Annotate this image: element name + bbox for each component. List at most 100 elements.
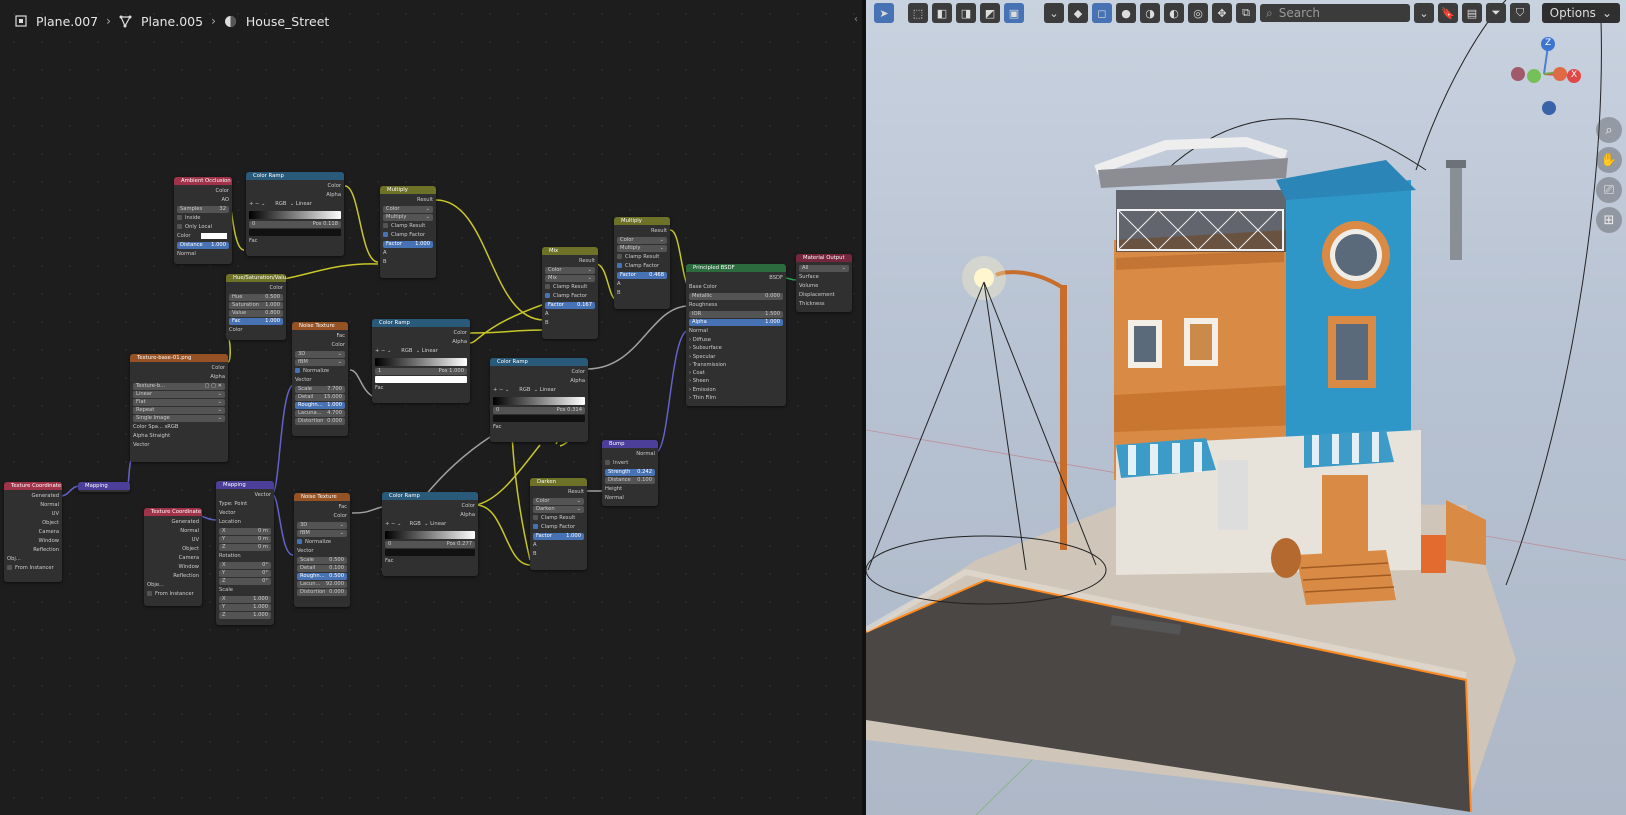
lacunarity-field[interactable]: Lacuna... 4.700 bbox=[295, 410, 345, 417]
clamp-factor-checkbox[interactable]: Clamp Factor bbox=[383, 231, 433, 240]
blend-mode-select[interactable]: Multiply ⌄ bbox=[383, 214, 433, 221]
node-image-texture[interactable]: Texture-base-01.png Color Alpha Texture-… bbox=[130, 354, 228, 462]
blend-mode-select[interactable]: Multiply ⌄ bbox=[617, 245, 667, 252]
blend-mode-select[interactable]: Mix ⌄ bbox=[545, 275, 595, 282]
panel-diffuse[interactable]: › Diffuse bbox=[689, 336, 783, 344]
normalize-checkbox[interactable]: Normalize bbox=[295, 367, 345, 376]
dimensions-select[interactable]: 3D ⌄ bbox=[295, 351, 345, 358]
clamp-factor-checkbox[interactable]: Clamp Factor bbox=[533, 523, 584, 532]
data-type-select[interactable]: Color ⌄ bbox=[617, 237, 667, 244]
alpha-mode-row[interactable]: Alpha Straight bbox=[133, 432, 225, 441]
shield-icon[interactable]: ⛉ bbox=[1510, 3, 1530, 23]
clamp-result-checkbox[interactable]: Clamp Result bbox=[383, 222, 433, 231]
panel-thin-film[interactable]: › Thin Film bbox=[689, 394, 783, 402]
lacunarity-field[interactable]: Lacun... 92.000 bbox=[297, 581, 347, 588]
location-z-field[interactable]: Z0 m bbox=[219, 544, 271, 551]
object-field[interactable]: Obj... bbox=[7, 555, 59, 564]
data-type-select[interactable]: Color ⌄ bbox=[383, 206, 433, 213]
object-field[interactable]: Obje... bbox=[147, 581, 199, 590]
fac-field[interactable]: Fac 1.000 bbox=[229, 318, 283, 325]
rotation-y-field[interactable]: Y 0° bbox=[219, 570, 271, 577]
rotation-x-field[interactable]: X 0° bbox=[219, 562, 271, 569]
navigation-gizmo[interactable]: Z X bbox=[1504, 36, 1584, 116]
color-ramp-gradient[interactable] bbox=[385, 531, 475, 539]
mode-subtract-icon[interactable]: ◩ bbox=[980, 3, 1000, 23]
collapse-sidebar-icon[interactable]: ‹ bbox=[854, 14, 858, 25]
panel-specular[interactable]: › Specular bbox=[689, 353, 783, 361]
clamp-result-checkbox[interactable]: Clamp Result bbox=[617, 253, 667, 262]
scale-field[interactable]: Scale 0.500 bbox=[297, 557, 347, 564]
location-y-field[interactable]: Y0 m bbox=[219, 536, 271, 543]
roughness-field[interactable]: Roughn... 1.000 bbox=[295, 402, 345, 409]
strength-field[interactable]: Strength 0.242 bbox=[605, 469, 655, 476]
ramp-toolbar[interactable]: + − ⌄ RGB ⌄ Linear bbox=[249, 200, 341, 209]
detail-field[interactable]: Detail 0.100 bbox=[297, 565, 347, 572]
color-ramp-gradient[interactable] bbox=[493, 397, 585, 405]
detail-field[interactable]: Detail 15.000 bbox=[295, 394, 345, 401]
ramp-color-swatch[interactable] bbox=[493, 415, 585, 422]
node-hue-saturation[interactable]: Hue/Saturation/Value Color Hue 0.500 Satu… bbox=[226, 274, 286, 340]
scale-y-field[interactable]: Y 1.000 bbox=[219, 604, 271, 611]
factor-field[interactable]: Factor 1.000 bbox=[533, 533, 584, 540]
clamp-result-checkbox[interactable]: Clamp Result bbox=[533, 514, 584, 523]
noise-type-select[interactable]: fBM ⌄ bbox=[295, 359, 345, 366]
visibility-icon[interactable]: ◆ bbox=[1068, 3, 1088, 23]
factor-field[interactable]: Factor 1.000 bbox=[383, 241, 433, 248]
dimensions-select[interactable]: 3D ⌄ bbox=[297, 522, 347, 529]
metallic-field[interactable]: Metallic 0.000 bbox=[689, 293, 783, 300]
node-mapping-1[interactable]: Mapping bbox=[78, 482, 130, 492]
node-multiply-1[interactable]: Multiply Result Color ⌄ Multiply ⌄ Clamp R… bbox=[380, 186, 436, 278]
node-color-ramp-1[interactable]: Color Ramp Color Alpha + − ⌄ RGB ⌄ Linea… bbox=[246, 172, 344, 256]
invert-checkbox[interactable]: Invert bbox=[605, 459, 655, 468]
only-local-checkbox[interactable]: Only Local bbox=[177, 223, 229, 232]
distortion-field[interactable]: Distortion 0.000 bbox=[295, 418, 345, 425]
alpha-field[interactable]: Alpha 1.000 bbox=[689, 319, 783, 326]
ramp-stop-field[interactable]: 0 Pos 0.277 bbox=[385, 541, 475, 548]
scale-field[interactable]: Scale 7.700 bbox=[295, 386, 345, 393]
rotation-z-field[interactable]: Z 0° bbox=[219, 578, 271, 585]
select-tool-icon[interactable]: ➤ bbox=[874, 3, 894, 23]
search-field[interactable]: ⌕ Search bbox=[1260, 4, 1410, 22]
filter-icon[interactable]: ⏷ bbox=[1486, 3, 1506, 23]
gizmo-icon[interactable]: ✥ bbox=[1212, 3, 1232, 23]
data-type-select[interactable]: Color ⌄ bbox=[545, 267, 595, 274]
shader-node-editor[interactable]: Plane.007 › Plane.005 › House_Street Amb… bbox=[0, 0, 862, 815]
zoom-icon[interactable]: ⌕ bbox=[1596, 117, 1622, 143]
node-texture-coordinate-1[interactable]: Texture Coordinate Generated Normal UV O… bbox=[4, 482, 62, 582]
roughness-field[interactable]: Roughn... 0.500 bbox=[297, 573, 347, 580]
select-box-icon[interactable]: ⬚ bbox=[908, 3, 928, 23]
3d-viewport[interactable]: ➤ ⬚ ◧ ◨ ◩ ▣ ⌄ ◆ ◻ ● ◑ ◐ ◎ ✥ ⧉ ⌕ Search ⌄… bbox=[866, 0, 1626, 815]
ramp-stop-field[interactable]: 1 Pos 1.000 bbox=[375, 368, 467, 375]
panel-coat[interactable]: › Coat bbox=[689, 369, 783, 377]
node-color-ramp-2[interactable]: Color Ramp Color Alpha + − ⌄ RGB ⌄ Linea… bbox=[372, 319, 470, 403]
node-noise-texture-1[interactable]: Noise Texture Fac Color 3D ⌄ fBM ⌄ Normali… bbox=[292, 322, 348, 436]
data-type-select[interactable]: Color ⌄ bbox=[533, 498, 584, 505]
color-space-row[interactable]: Color Spa... sRGB bbox=[133, 423, 225, 432]
color-ramp-gradient[interactable] bbox=[249, 211, 341, 219]
color-socket[interactable]: Color bbox=[177, 232, 229, 241]
camera-icon[interactable]: ⎚ bbox=[1596, 177, 1622, 203]
ramp-stop-field[interactable]: 0 Pos 0.314 bbox=[493, 407, 585, 414]
mode-new-icon[interactable]: ◧ bbox=[932, 3, 952, 23]
distance-field[interactable]: Distance 1.000 bbox=[177, 242, 229, 249]
ramp-color-swatch[interactable] bbox=[375, 376, 467, 383]
panel-subsurface[interactable]: › Subsurface bbox=[689, 344, 783, 352]
node-multiply-2[interactable]: Multiply Result Color ⌄ Multiply ⌄ Clamp R… bbox=[614, 217, 670, 309]
layout-icon[interactable]: ▤ bbox=[1462, 3, 1482, 23]
ortho-grid-icon[interactable]: ⊞ bbox=[1596, 207, 1622, 233]
scale-z-field[interactable]: Z 1.000 bbox=[219, 612, 271, 619]
mapping-type-row[interactable]: Type: Point bbox=[219, 500, 271, 509]
node-principled-bsdf[interactable]: Principled BSDF BSDF Base Color Metallic… bbox=[686, 264, 786, 406]
node-bump[interactable]: Bump Normal Invert Strength 0.242 Distanc… bbox=[602, 440, 658, 506]
clamp-factor-checkbox[interactable]: Clamp Factor bbox=[545, 292, 595, 301]
ramp-toolbar[interactable]: + − ⌄ RGB ⌄ Linear bbox=[375, 347, 467, 356]
source-select[interactable]: Single Image ⌄ bbox=[133, 415, 225, 422]
node-texture-coordinate-2[interactable]: Texture Coordinate Generated Normal UV O… bbox=[144, 508, 202, 606]
clamp-factor-checkbox[interactable]: Clamp Factor bbox=[617, 262, 667, 271]
location-x-field[interactable]: X0 m bbox=[219, 528, 271, 535]
ramp-toolbar[interactable]: + − ⌄ RGB ⌄ Linear bbox=[385, 520, 475, 529]
panel-transmission[interactable]: › Transmission bbox=[689, 361, 783, 369]
hue-field[interactable]: Hue 0.500 bbox=[229, 294, 283, 301]
ramp-color-swatch[interactable] bbox=[385, 549, 475, 556]
xray-icon[interactable]: ⧉ bbox=[1236, 3, 1256, 23]
